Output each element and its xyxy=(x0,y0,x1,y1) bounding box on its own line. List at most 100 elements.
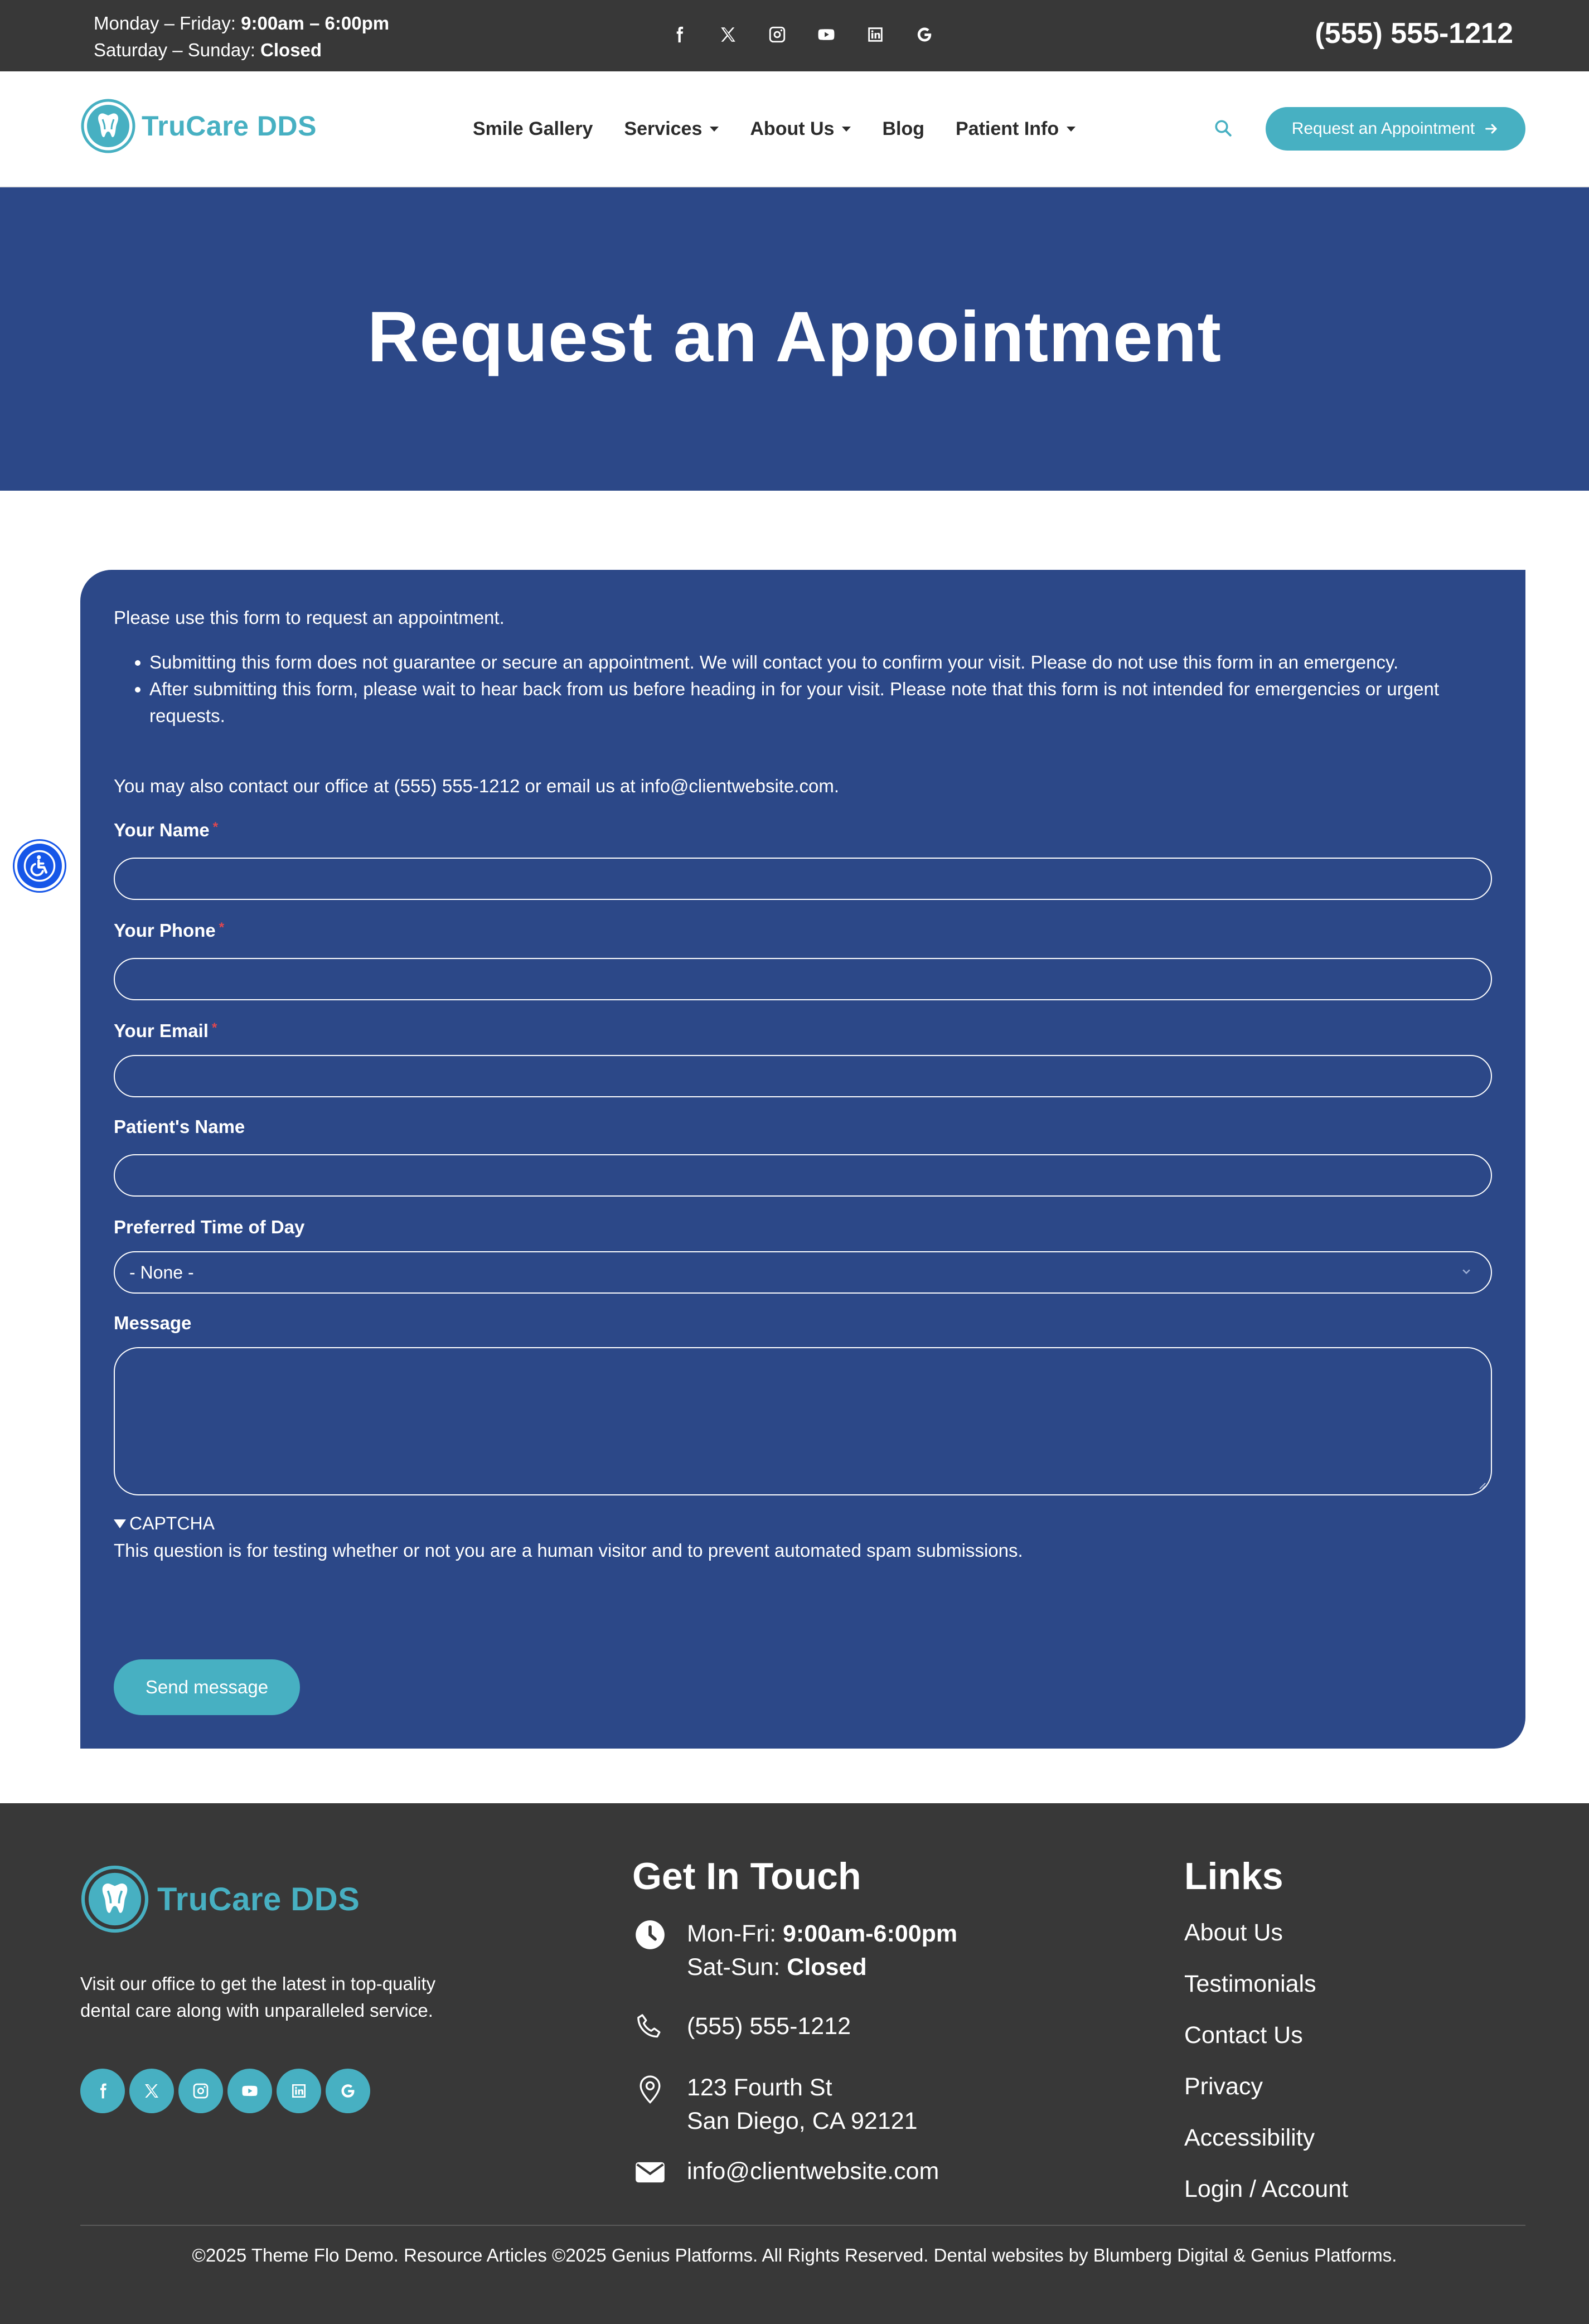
message-textarea[interactable] xyxy=(114,1347,1492,1495)
name-label: Your Name * xyxy=(114,820,219,840)
youtube-icon[interactable] xyxy=(227,2069,272,2113)
required-asterisk: * xyxy=(211,1020,217,1035)
name-input[interactable] xyxy=(114,858,1492,900)
footer-link-about-us[interactable]: About Us xyxy=(1184,1915,1348,1966)
nav-label: Smile Gallery xyxy=(473,118,593,139)
required-asterisk: * xyxy=(212,820,219,835)
page-title: Request an Appointment xyxy=(367,297,1222,377)
top-social-links xyxy=(667,22,937,47)
site-footer: TruCare DDS Visit our office to get the … xyxy=(0,1803,1589,2324)
list-item: After submitting this form, please wait … xyxy=(114,676,1474,729)
required-asterisk: * xyxy=(219,920,225,935)
site-logo[interactable]: TruCare DDS xyxy=(80,98,317,154)
footer-weekend-label: Sat-Sun: xyxy=(687,1954,781,1981)
form-contact-line: You may also contact our office at (555)… xyxy=(114,776,840,796)
linkedin-icon[interactable] xyxy=(863,22,888,47)
nav-label: Patient Info xyxy=(956,118,1059,139)
footer-email[interactable]: info@clientwebsite.com xyxy=(632,2154,939,2190)
footer-logo-text: TruCare DDS xyxy=(157,1881,360,1918)
nav-services[interactable]: Services xyxy=(624,118,719,140)
linkedin-icon[interactable] xyxy=(277,2069,321,2113)
send-message-button[interactable]: Send message xyxy=(114,1659,300,1715)
page-hero: Request an Appointment xyxy=(0,187,1589,491)
caret-down-icon xyxy=(842,127,851,132)
envelope-icon xyxy=(632,2154,668,2190)
preferred-time-select[interactable]: - None - xyxy=(114,1251,1492,1294)
email-label: Your Email * xyxy=(114,1020,217,1041)
nav-label: Services xyxy=(624,118,703,139)
nav-label: About Us xyxy=(750,118,835,139)
triangle-down-icon xyxy=(114,1519,126,1528)
tooth-logo-icon xyxy=(81,99,135,153)
caret-down-icon xyxy=(1067,127,1076,132)
footer-weekday-hours: 9:00am-6:00pm xyxy=(783,1920,958,1947)
office-hours: Monday – Friday: 9:00am – 6:00pm Saturda… xyxy=(94,10,389,64)
footer-email-text: info@clientwebsite.com xyxy=(687,2158,939,2185)
footer-phone-text: (555) 555-1212 xyxy=(687,2013,851,2040)
location-pin-icon xyxy=(632,2071,668,2107)
x-icon[interactable] xyxy=(129,2069,174,2113)
phone-label: Your Phone * xyxy=(114,920,225,941)
footer-divider xyxy=(80,2225,1525,2226)
list-item: Submitting this form does not guarantee … xyxy=(114,649,1474,676)
instagram-icon[interactable] xyxy=(178,2069,223,2113)
request-appointment-button[interactable]: Request an Appointment xyxy=(1266,107,1525,151)
message-label: Message xyxy=(114,1313,192,1333)
google-icon[interactable] xyxy=(912,22,937,47)
nav-blog[interactable]: Blog xyxy=(882,118,924,140)
instagram-icon[interactable] xyxy=(765,22,789,47)
footer-phone[interactable]: (555) 555-1212 xyxy=(632,2010,851,2045)
footer-hours: Mon-Fri: 9:00am-6:00pm Sat-Sun: Closed xyxy=(632,1917,957,1984)
phone-input[interactable] xyxy=(114,958,1492,1000)
form-intro: Please use this form to request an appoi… xyxy=(114,607,505,628)
copyright-text: ©2025 Theme Flo Demo. Resource Articles … xyxy=(192,2245,1397,2265)
footer-link-testimonials[interactable]: Testimonials xyxy=(1184,1966,1348,2017)
captcha-toggle[interactable]: CAPTCHA xyxy=(114,1513,215,1534)
footer-weekend-hours: Closed xyxy=(787,1954,867,1981)
preferred-time-value: - None - xyxy=(129,1262,194,1282)
arrow-right-icon xyxy=(1485,124,1497,134)
footer-link-contact-us[interactable]: Contact Us xyxy=(1184,2017,1348,2069)
email-input[interactable] xyxy=(114,1055,1492,1097)
preferred-time-label: Preferred Time of Day xyxy=(114,1217,305,1237)
footer-address[interactable]: 123 Fourth St San Diego, CA 92121 xyxy=(632,2071,918,2138)
contact-heading: Get In Touch xyxy=(632,1855,861,1897)
top-bar: Monday – Friday: 9:00am – 6:00pm Saturda… xyxy=(0,0,1589,71)
chevron-down-icon xyxy=(1462,1269,1470,1275)
weekday-hours: 9:00am – 6:00pm xyxy=(241,13,390,33)
tooth-logo-icon xyxy=(81,1865,149,1933)
logo-text: TruCare DDS xyxy=(142,110,317,142)
nav-smile-gallery[interactable]: Smile Gallery xyxy=(473,118,593,140)
patient-name-label: Patient's Name xyxy=(114,1116,245,1137)
footer-address-line2: San Diego, CA 92121 xyxy=(687,2108,918,2134)
google-icon[interactable] xyxy=(326,2069,370,2113)
footer-links: About Us Testimonials Contact Us Privacy… xyxy=(1184,1915,1348,2223)
footer-link-accessibility[interactable]: Accessibility xyxy=(1184,2120,1348,2171)
footer-logo[interactable]: TruCare DDS xyxy=(80,1865,360,1934)
nav-about-us[interactable]: About Us xyxy=(750,118,851,140)
accessibility-widget-button[interactable] xyxy=(14,841,65,891)
facebook-icon[interactable] xyxy=(667,22,691,47)
patient-name-input[interactable] xyxy=(114,1154,1492,1197)
wheelchair-icon xyxy=(23,850,56,882)
search-icon[interactable] xyxy=(1213,118,1236,141)
footer-link-login[interactable]: Login / Account xyxy=(1184,2171,1348,2223)
nav-patient-info[interactable]: Patient Info xyxy=(956,118,1076,140)
resize-grip-icon[interactable] xyxy=(1476,1480,1486,1490)
x-icon[interactable] xyxy=(716,22,740,47)
captcha-description: This question is for testing whether or … xyxy=(114,1540,1023,1561)
appointment-form-panel: Please use this form to request an appoi… xyxy=(80,570,1525,1749)
form-notice-list: Submitting this form does not guarantee … xyxy=(114,649,1474,729)
facebook-icon[interactable] xyxy=(80,2069,125,2113)
weekend-label: Saturday – Sunday: xyxy=(94,40,255,60)
links-heading: Links xyxy=(1184,1855,1283,1897)
top-phone-link[interactable]: (555) 555-1212 xyxy=(1315,17,1513,50)
clock-icon xyxy=(632,1917,668,1953)
weekday-label: Monday – Friday: xyxy=(94,13,236,33)
youtube-icon[interactable] xyxy=(814,22,839,47)
footer-weekday-label: Mon-Fri: xyxy=(687,1920,777,1947)
footer-about-text: Visit our office to get the latest in to… xyxy=(80,1973,436,2021)
captcha-title: CAPTCHA xyxy=(129,1513,215,1533)
footer-link-privacy[interactable]: Privacy xyxy=(1184,2069,1348,2120)
footer-address-line1: 123 Fourth St xyxy=(687,2074,832,2101)
